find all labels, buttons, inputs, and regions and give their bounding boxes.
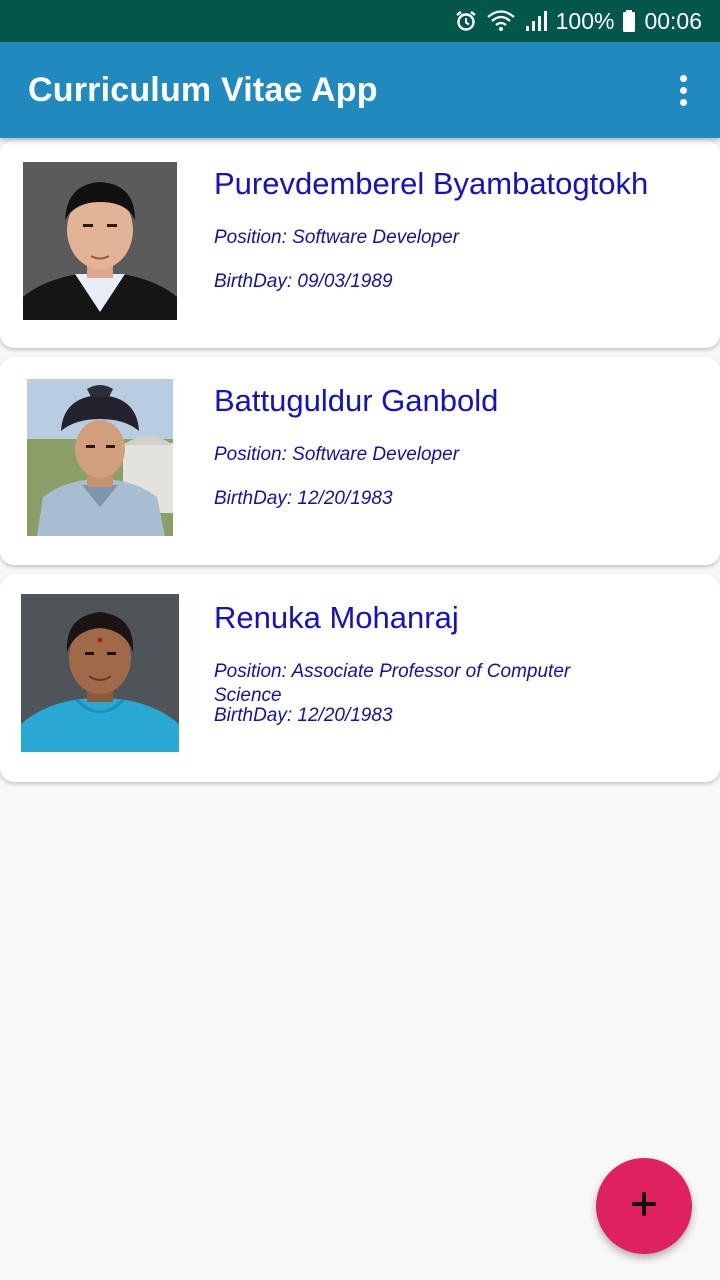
profile-birthday: BirthDay: 12/20/1983	[214, 488, 393, 509]
profile-card[interactable]: Renuka Mohanraj Position: Associate Prof…	[0, 574, 720, 782]
status-bar: 100% 00:06	[0, 0, 720, 42]
profile-position: Position: Software Developer	[214, 444, 460, 465]
alarm-icon	[454, 9, 478, 33]
profile-card[interactable]: Battuguldur Ganbold Position: Software D…	[0, 357, 720, 565]
profile-birthday: BirthDay: 12/20/1983	[214, 705, 393, 726]
profile-photo	[27, 379, 173, 536]
profile-name: Battuguldur Ganbold	[214, 383, 499, 418]
app-title: Curriculum Vitae App	[28, 70, 378, 109]
battery-icon	[622, 9, 636, 33]
app-bar: Curriculum Vitae App	[0, 42, 720, 138]
add-icon	[629, 1189, 659, 1224]
clock: 00:06	[644, 7, 702, 34]
profile-name: Purevdemberel Byambatogtokh	[214, 166, 649, 201]
battery-text: 100%	[555, 7, 615, 34]
profile-position: Position: Software Developer	[214, 227, 460, 248]
profile-name: Renuka Mohanraj	[214, 600, 459, 635]
profile-birthday: BirthDay: 09/03/1989	[214, 271, 393, 292]
more-vert-icon[interactable]	[668, 70, 698, 110]
profile-card[interactable]: Purevdemberel Byambatogtokh Position: So…	[0, 140, 720, 348]
profile-photo	[21, 594, 179, 752]
profile-photo	[23, 162, 177, 320]
signal-icon	[524, 9, 548, 33]
add-button[interactable]	[596, 1158, 692, 1254]
profile-position: Position: Associate Professor of Compute…	[214, 661, 571, 706]
wifi-icon	[486, 9, 516, 33]
